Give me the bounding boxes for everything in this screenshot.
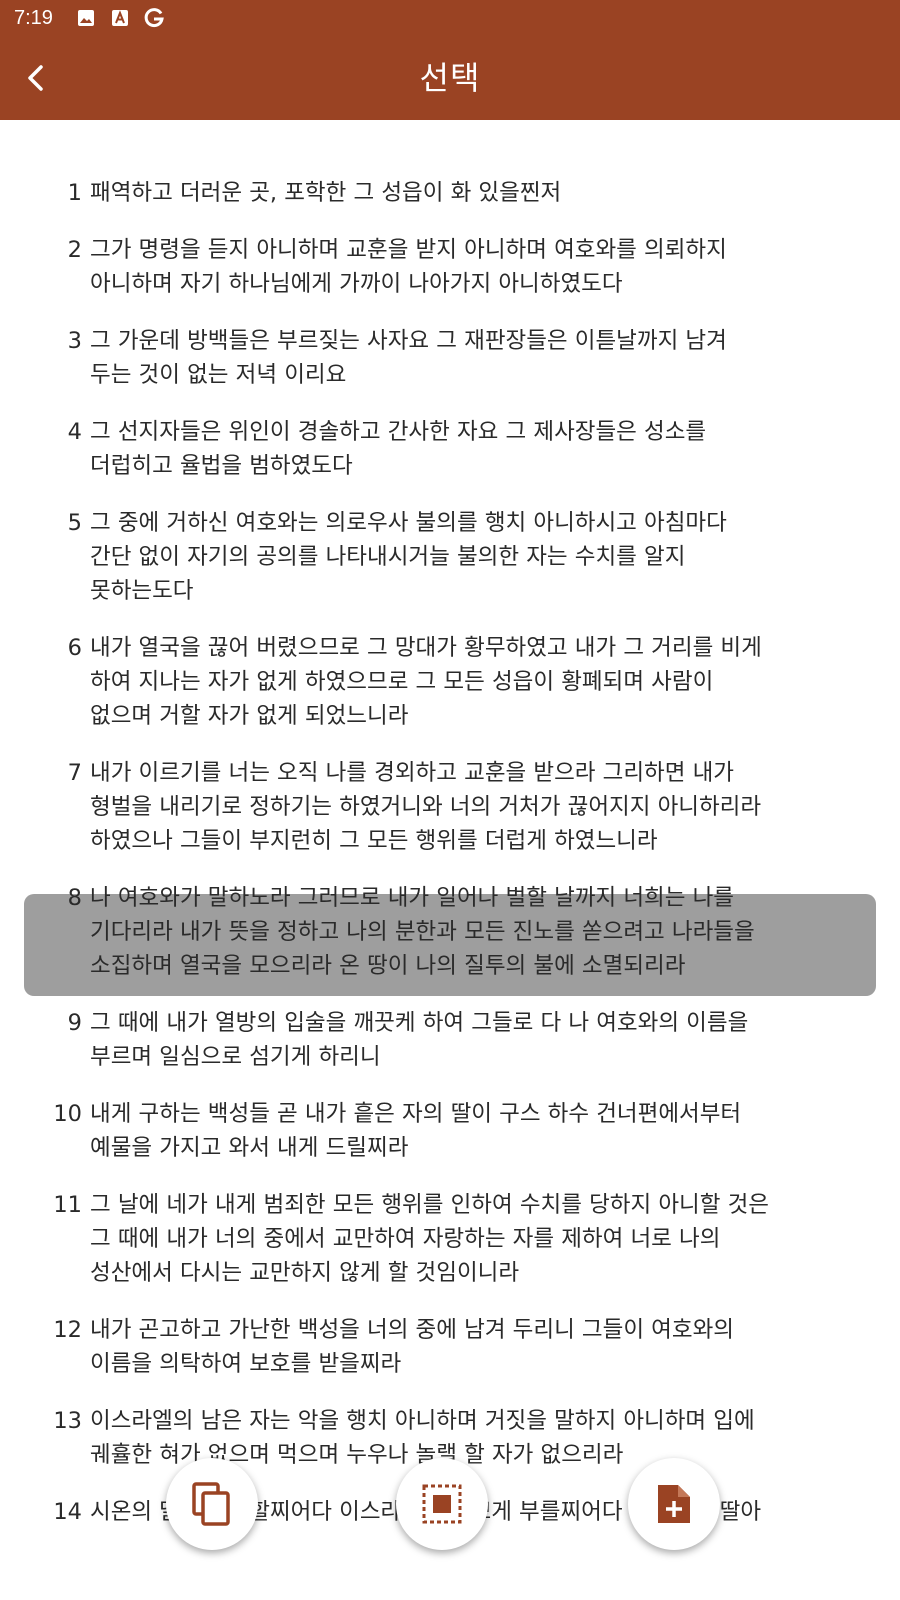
status-time: 7:19 (14, 6, 53, 29)
verse-text-line: 그 날에 네가 내게 범죄한 모든 행위를 인하여 수치를 당하지 아니할 것은 (90, 1192, 769, 1218)
verse-text-line: 궤휼한 혀가 없으며 먹으며 누우나 놀랠 할 자가 없으리라 (90, 1442, 624, 1468)
verse-item[interactable]: 5 그 중에 거하신 여호와는 의로우사 불의를 행치 아니하시고 아침마다간단 … (0, 506, 900, 608)
verse-text-line: 이름을 의탁하여 보호를 받을찌라 (90, 1351, 402, 1377)
verse-text-line: 그 때에 내가 너의 중에서 교만하여 자랑하는 자를 제하여 너로 나의 (90, 1226, 721, 1252)
verse-text-line: 성산에서 다시는 교만하지 않게 할 것임이니라 (90, 1260, 520, 1286)
verse-text-line: 부르며 일심으로 섬기게 하리니 (90, 1044, 381, 1070)
verse-number: 13 (53, 1408, 82, 1434)
bottom-area (0, 1550, 900, 1600)
verse-item[interactable]: 12 내가 곤고하고 가난한 백성을 너의 중에 남겨 두리니 그들이 여호와의이… (0, 1313, 900, 1381)
verse-number: 1 (67, 180, 82, 206)
image-icon (75, 7, 97, 29)
google-icon (143, 7, 165, 29)
verse-text-line: 기다리라 내가 뜻을 정하고 나의 분한과 모든 진노를 쏟으려고 나라들을 (90, 919, 755, 945)
verse-text-line: 나 여호와가 말하노라 그러므로 내가 일어나 벌할 날까지 너희는 나를 (90, 885, 734, 911)
status-bar: 7:19 (0, 0, 900, 36)
verse-item[interactable]: 10 내게 구하는 백성들 곧 내가 흩은 자의 딸이 구스 하수 건너편에서부터… (0, 1097, 900, 1165)
verse-item[interactable]: 7 내가 이르기를 너는 오직 나를 경외하고 교훈을 받으라 그리하면 내가형벌… (0, 756, 900, 858)
verse-text-line: 내게 구하는 백성들 곧 내가 흩은 자의 딸이 구스 하수 건너편에서부터 (90, 1101, 742, 1127)
verse-text-line: 내가 이르기를 너는 오직 나를 경외하고 교훈을 받으라 그리하면 내가 (90, 760, 734, 786)
verse-item[interactable]: 1 패역하고 더러운 곳, 포학한 그 성읍이 화 있을찐저 (0, 176, 900, 210)
verse-text-line: 그 중에 거하신 여호와는 의로우사 불의를 행치 아니하시고 아침마다 (90, 510, 727, 536)
verse-item[interactable]: 11 그 날에 네가 내게 범죄한 모든 행위를 인하여 수치를 당하지 아니할 … (0, 1188, 900, 1290)
verse-text-line: 내가 열국을 끊어 버렸으므로 그 망대가 황무하였고 내가 그 거리를 비게 (90, 635, 762, 661)
verse-number: 3 (67, 328, 82, 354)
verse-text-line: 아니하며 자기 하나님에게 가까이 나아가지 아니하였도다 (90, 271, 623, 297)
verse-item[interactable]: 2 그가 명령을 듣지 아니하며 교훈을 받지 아니하며 여호와를 의뢰하지아니하… (0, 233, 900, 301)
verse-text-line: 하여 지나는 자가 없게 하였으므로 그 모든 성읍이 황폐되며 사람이 (90, 669, 714, 695)
verse-list[interactable]: 1 패역하고 더러운 곳, 포학한 그 성읍이 화 있을찐저 2 그가 명령을 듣지 … (0, 120, 900, 1550)
verse-text-line: 없으며 거할 자가 없게 되었느니라 (90, 703, 409, 729)
verse-item[interactable]: 3 그 가운데 방백들은 부르짖는 사자요 그 재판장들은 이튿날까지 남겨두는 … (0, 324, 900, 392)
app-bar: 선택 (0, 36, 900, 120)
verse-number: 14 (53, 1499, 82, 1525)
verse-text-line: 형벌을 내리기로 정하기는 하였거니와 너의 거처가 끊어지지 아니하리라 (90, 794, 762, 820)
verse-number: 11 (53, 1192, 82, 1218)
page-title: 선택 (419, 59, 481, 97)
add-note-button[interactable] (628, 1458, 720, 1550)
verse-number: 12 (53, 1317, 82, 1343)
verse-item[interactable]: 8 나 여호와가 말하노라 그러므로 내가 일어나 벌할 날까지 너희는 나를기다… (0, 881, 900, 983)
note-add-icon (658, 1485, 690, 1523)
verse-text-line: 그가 명령을 듣지 아니하며 교훈을 받지 아니하며 여호와를 의뢰하지 (90, 237, 727, 263)
verse-text-line: 소집하며 열국을 모으리라 온 땅이 나의 질투의 불에 소멸되리라 (90, 953, 686, 979)
verse-number: 10 (53, 1101, 82, 1127)
verse-text-line: 그 선지자들은 위인이 경솔하고 간사한 자요 그 제사장들은 성소를 (90, 419, 707, 445)
verse-number: 7 (67, 760, 82, 786)
verse-text-line: 하였으나 그들이 부지런히 그 모든 행위를 더럽게 하였느니라 (90, 828, 658, 854)
verse-item[interactable]: 4 그 선지자들은 위인이 경솔하고 간사한 자요 그 제사장들은 성소를더럽히고… (0, 415, 900, 483)
font-app-icon (109, 7, 131, 29)
copy-icon (192, 1482, 230, 1526)
verse-number: 8 (67, 885, 82, 911)
verse-text-line: 그 가운데 방백들은 부르짖는 사자요 그 재판장들은 이튿날까지 남겨 (90, 328, 727, 354)
verse-text-line: 내가 곤고하고 가난한 백성을 너의 중에 남겨 두리니 그들이 여호와의 (90, 1317, 734, 1343)
verse-text-line: 이스라엘의 남은 자는 악을 행치 아니하며 거짓을 말하지 아니하며 입에 (90, 1408, 755, 1434)
select-all-icon (422, 1484, 462, 1524)
verse-item[interactable]: 6 내가 열국을 끊어 버렸으므로 그 망대가 황무하였고 내가 그 거리를 비게… (0, 631, 900, 733)
verse-text-line: 두는 것이 없는 저녁 이리요 (90, 362, 347, 388)
verse-number: 6 (67, 635, 82, 661)
verse-item[interactable]: 9 그 때에 내가 열방의 입술을 깨끗케 하여 그들로 다 나 여호와의 이름을… (0, 1006, 900, 1074)
verse-number: 4 (67, 419, 82, 445)
verse-number: 5 (67, 510, 82, 536)
verse-number: 2 (67, 237, 82, 263)
copy-button[interactable] (166, 1458, 258, 1550)
verse-text-line: 못하는도다 (90, 578, 194, 604)
verse-text-line: 그 때에 내가 열방의 입술을 깨끗케 하여 그들로 다 나 여호와의 이름을 (90, 1010, 749, 1036)
verse-text-line: 더럽히고 율법을 범하였도다 (90, 453, 353, 479)
verse-text-line: 예물을 가지고 와서 내게 드릴찌라 (90, 1135, 409, 1161)
verse-number: 9 (67, 1010, 82, 1036)
verse-text-line: 패역하고 더러운 곳, 포학한 그 성읍이 화 있을찐저 (90, 180, 562, 206)
select-all-button[interactable] (396, 1458, 488, 1550)
verse-text-line: 간단 없이 자기의 공의를 나타내시거늘 불의한 자는 수치를 알지 (90, 544, 686, 570)
